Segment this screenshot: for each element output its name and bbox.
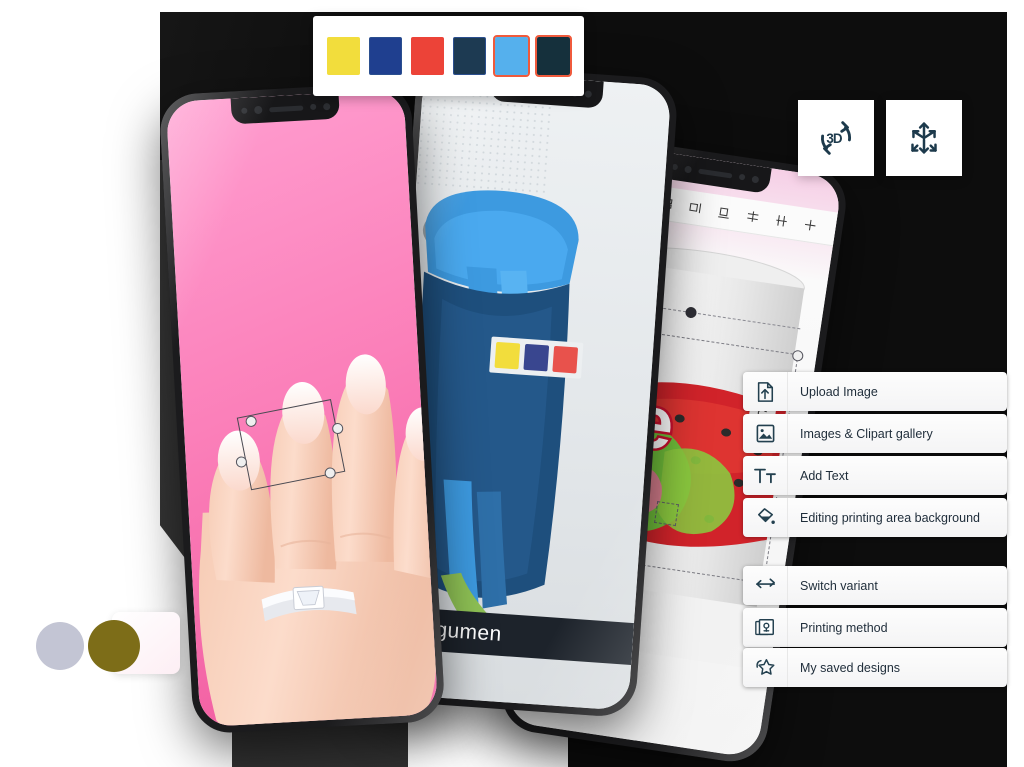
align-right-icon	[689, 202, 702, 214]
menu-item-add-text[interactable]: Add Text	[743, 456, 1007, 495]
menu-label: Switch variant	[800, 578, 878, 593]
svg-text:3D: 3D	[826, 131, 842, 146]
color-swatch-bar[interactable]	[313, 16, 584, 96]
swatch-navy[interactable]	[453, 37, 486, 75]
menu-label: Upload Image	[800, 384, 878, 399]
paint-bucket-icon	[743, 507, 787, 528]
menu-item-images-clipart-gallery[interactable]: Images & Clipart gallery	[743, 414, 1007, 453]
move-transform-button[interactable]	[886, 100, 962, 176]
swatch-light-blue[interactable]	[493, 35, 530, 77]
background-white-right	[1007, 0, 1024, 767]
menu-item-editing-printing-area-background[interactable]: Editing printing area background	[743, 498, 1007, 537]
swatch-yellow[interactable]	[327, 37, 360, 75]
menu-label: Images & Clipart gallery	[800, 426, 933, 441]
earpiece-speaker	[268, 104, 303, 112]
phone-jacket-mini-palette[interactable]	[489, 336, 584, 379]
switch-variant-icon	[743, 577, 787, 595]
rotate-3d-icon: 3D	[821, 121, 851, 155]
phone-ring-screen	[165, 88, 439, 728]
mini-swatch-2[interactable]	[552, 345, 579, 374]
add-element-icon	[804, 219, 816, 231]
image-gallery-icon	[743, 423, 787, 444]
distribute-horizontal-icon	[776, 215, 787, 227]
mini-swatch-1[interactable]	[523, 343, 550, 372]
saved-designs-icon	[743, 657, 787, 679]
background-white-top	[0, 0, 1024, 12]
move-transform-icon	[911, 122, 937, 154]
align-bottom-icon	[718, 207, 729, 219]
menu-item-upload-image[interactable]: Upload Image	[743, 372, 1007, 411]
upload-image-icon	[743, 381, 787, 403]
swatch-royal-blue[interactable]	[369, 37, 402, 75]
scene-root: www.example.com ice	[0, 0, 1024, 767]
menu-item-switch-variant[interactable]: Switch variant	[743, 566, 1007, 605]
swatch-dark-teal[interactable]	[535, 35, 572, 77]
distribute-vertical-icon	[747, 211, 759, 222]
hand-artwork	[198, 354, 439, 728]
earpiece-speaker	[698, 168, 733, 179]
decor-dot-olive	[88, 620, 140, 672]
add-text-icon	[743, 466, 787, 486]
menu-label: Printing method	[800, 620, 888, 635]
menu-label: My saved designs	[800, 660, 901, 675]
menu-label: Editing printing area background	[800, 510, 980, 525]
mini-swatch-0[interactable]	[494, 341, 521, 370]
menu-label: Add Text	[800, 468, 849, 483]
swatch-red[interactable]	[411, 37, 444, 75]
printing-method-icon	[743, 617, 787, 639]
rotate-3d-button[interactable]: 3D	[798, 100, 874, 176]
phone-ring-preview[interactable]	[158, 81, 446, 735]
menu-item-printing-method[interactable]: Printing method	[743, 608, 1007, 647]
crop-handle[interactable]	[654, 501, 680, 527]
menu-item-my-saved-designs[interactable]: My saved designs	[743, 648, 1007, 687]
decor-dot-gray	[36, 622, 84, 670]
